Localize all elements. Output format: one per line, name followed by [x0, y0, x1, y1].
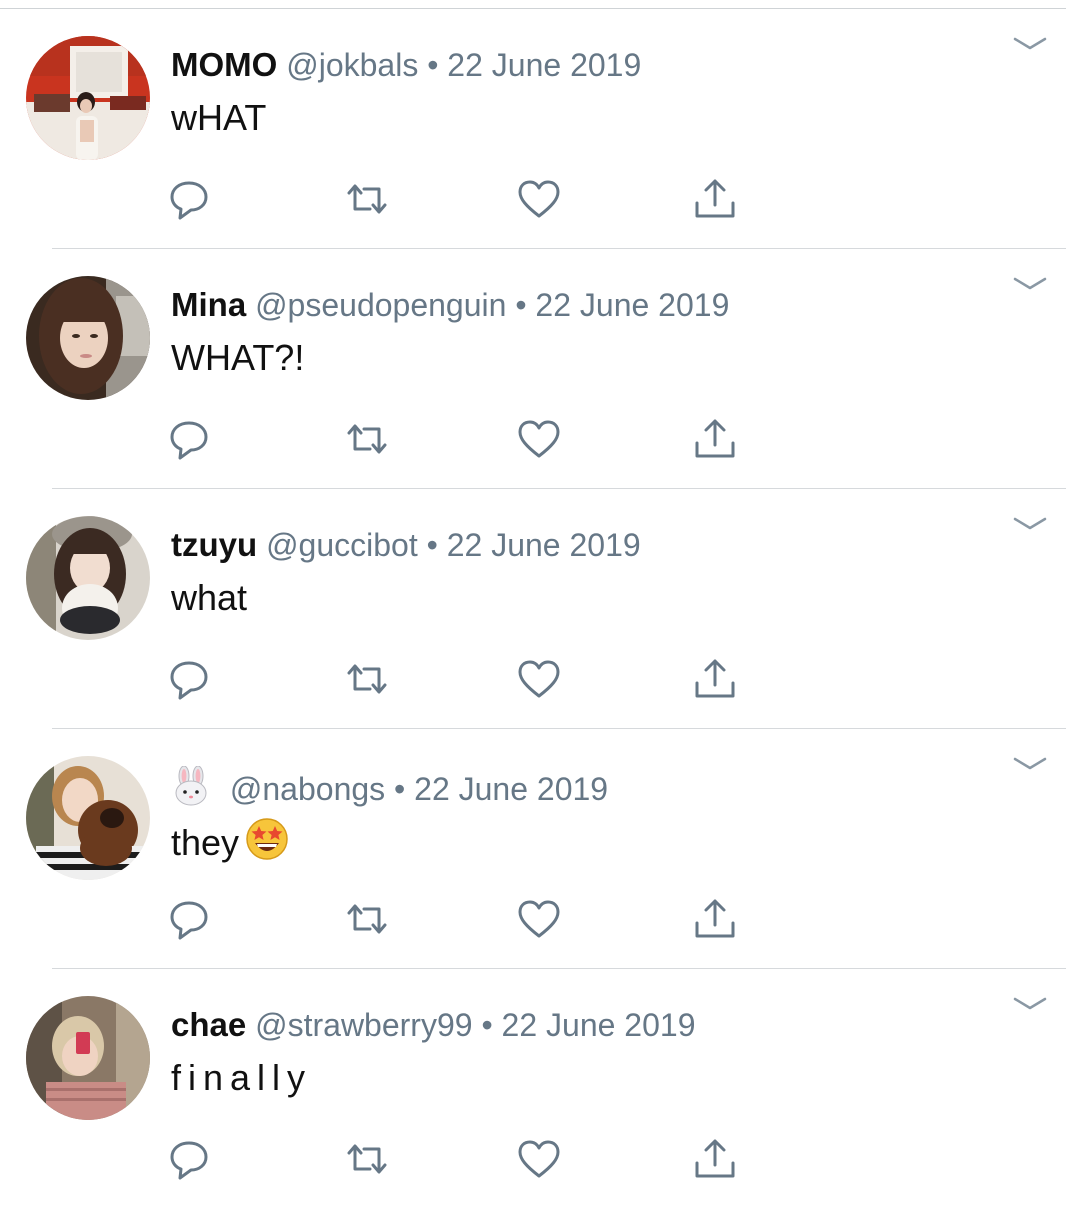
like-button[interactable] [516, 897, 562, 941]
tweet[interactable]: Mina @pseudopenguin • 22 June 2019 WHAT?… [0, 249, 1066, 489]
timestamp[interactable]: 22 June 2019 [447, 527, 641, 563]
retweet-button[interactable] [344, 177, 390, 221]
share-button[interactable] [692, 657, 738, 701]
separator: • [481, 1007, 493, 1043]
display-name[interactable]: tzuyu [171, 526, 257, 563]
star-struck-emoji [246, 818, 288, 860]
avatar[interactable] [26, 276, 150, 400]
tweet-actions [166, 897, 766, 941]
rabbit-face-emoji [175, 766, 207, 806]
timestamp[interactable]: 22 June 2019 [447, 47, 641, 83]
chevron-down-icon[interactable] [1012, 35, 1048, 53]
handle[interactable]: @strawberry99 [255, 1007, 472, 1043]
like-icon [518, 1140, 560, 1178]
retweet-button[interactable] [344, 1137, 390, 1181]
tweet-actions [166, 177, 766, 221]
tweet-actions [166, 417, 766, 461]
share-button[interactable] [692, 1137, 738, 1181]
share-icon [695, 419, 735, 458]
share-icon [695, 179, 735, 218]
like-button[interactable] [516, 657, 562, 701]
display-name[interactable]: chae [171, 1006, 246, 1043]
tweet-header: @nabongs • 22 June 2019 [171, 766, 608, 808]
retweet-icon [347, 1144, 387, 1174]
tweet[interactable]: @nabongs • 22 June 2019 they [0, 729, 1066, 969]
tweet-text: they [171, 822, 240, 863]
avatar[interactable] [26, 36, 150, 160]
tweet-header: MOMO @jokbals • 22 June 2019 [171, 46, 641, 84]
tweet-text: what [171, 577, 248, 618]
share-button[interactable] [692, 417, 738, 461]
reply-icon [170, 1141, 208, 1180]
tweet-actions [166, 1137, 766, 1181]
separator: • [515, 287, 527, 323]
retweet-icon [347, 904, 387, 934]
retweet-icon [347, 664, 387, 694]
chevron-down-icon[interactable] [1012, 515, 1048, 533]
timestamp[interactable]: 22 June 2019 [535, 287, 729, 323]
separator: • [427, 47, 439, 83]
chevron-down-icon[interactable] [1012, 755, 1048, 773]
tweet[interactable]: MOMO @jokbals • 22 June 2019 wHAT [0, 9, 1066, 249]
like-icon [518, 180, 560, 218]
tweet-header: Mina @pseudopenguin • 22 June 2019 [171, 286, 729, 324]
tweet-text: wHAT [171, 97, 267, 138]
share-button[interactable] [692, 897, 738, 941]
like-icon [518, 900, 560, 938]
separator: • [426, 527, 438, 563]
handle[interactable]: @jokbals [286, 47, 418, 83]
chevron-down-icon[interactable] [1012, 275, 1048, 293]
avatar[interactable] [26, 756, 150, 880]
handle[interactable]: @nabongs [230, 771, 385, 807]
share-icon [695, 1139, 735, 1178]
retweet-icon [347, 424, 387, 454]
reply-icon [170, 421, 208, 460]
share-button[interactable] [692, 177, 738, 221]
tweet-text: WHAT?! [171, 337, 305, 378]
timestamp[interactable]: 22 June 2019 [502, 1007, 696, 1043]
reply-button[interactable] [166, 1137, 212, 1181]
like-icon [518, 660, 560, 698]
tweet-actions [166, 657, 766, 701]
separator: • [394, 771, 406, 807]
tweet-text: finally [171, 1057, 313, 1098]
chevron-down-icon[interactable] [1012, 995, 1048, 1013]
handle[interactable]: @pseudopenguin [255, 287, 506, 323]
reply-icon [170, 181, 208, 220]
display-name[interactable]: Mina [171, 286, 246, 323]
like-icon [518, 420, 560, 458]
display-name[interactable]: MOMO [171, 46, 277, 83]
like-button[interactable] [516, 177, 562, 221]
tweet-text-container: they [171, 817, 289, 864]
reply-button[interactable] [166, 897, 212, 941]
retweet-button[interactable] [344, 417, 390, 461]
retweet-button[interactable] [344, 897, 390, 941]
avatar[interactable] [26, 996, 150, 1120]
tweet[interactable]: chae @strawberry99 • 22 June 2019 finall… [0, 969, 1066, 1209]
reply-icon [170, 901, 208, 940]
tweet-header: tzuyu @guccibot • 22 June 2019 [171, 526, 641, 564]
reply-button[interactable] [166, 417, 212, 461]
timestamp[interactable]: 22 June 2019 [414, 771, 608, 807]
avatar[interactable] [26, 516, 150, 640]
reply-icon [170, 661, 208, 700]
tweet[interactable]: tzuyu @guccibot • 22 June 2019 what [0, 489, 1066, 729]
reply-button[interactable] [166, 657, 212, 701]
share-icon [695, 659, 735, 698]
like-button[interactable] [516, 1137, 562, 1181]
retweet-icon [347, 184, 387, 214]
timeline: MOMO @jokbals • 22 June 2019 wHAT Mina @… [0, 9, 1066, 1209]
handle[interactable]: @guccibot [266, 527, 418, 563]
like-button[interactable] [516, 417, 562, 461]
retweet-button[interactable] [344, 657, 390, 701]
reply-button[interactable] [166, 177, 212, 221]
share-icon [695, 899, 735, 938]
tweet-header: chae @strawberry99 • 22 June 2019 [171, 1006, 695, 1044]
